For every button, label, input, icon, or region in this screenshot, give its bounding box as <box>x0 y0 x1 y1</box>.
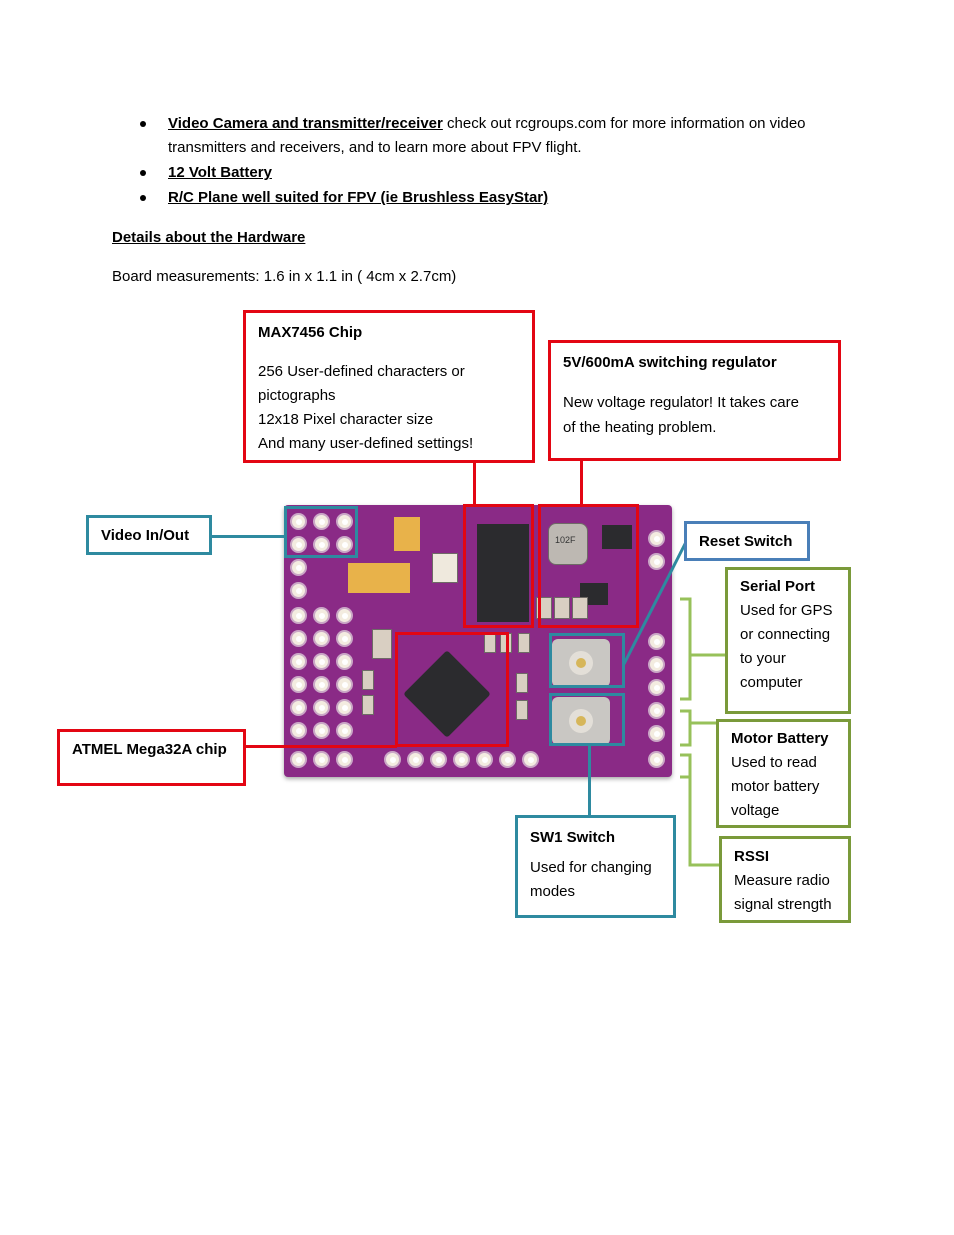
callout-text: Used for changing <box>530 859 652 876</box>
callout-serial-port: Serial Port Used for GPS or connecting t… <box>725 567 851 714</box>
callout-title: Reset Switch <box>699 533 793 550</box>
callout-rssi: RSSI Measure radio signal strength <box>719 836 851 923</box>
callout-title: Serial Port <box>740 578 816 595</box>
callout-text: to your <box>740 650 786 667</box>
tantalum-capacitor <box>394 517 420 551</box>
callout-title: 5V/600mA switching regulator <box>563 354 777 371</box>
highlight-sw1-switch <box>549 693 625 746</box>
list-item-text: check out rcgroups.com for more informat… <box>442 115 806 132</box>
callout-text: modes <box>530 883 576 900</box>
callout-text: 256 User-defined characters or <box>258 363 465 380</box>
callout-title: SW1 Switch <box>530 829 616 846</box>
callout-title: ATMEL Mega32A chip <box>72 741 227 758</box>
callout-text: 12x18 Pixel character size <box>258 411 434 428</box>
highlight-video-in-out <box>284 506 358 558</box>
callout-text: of the heating problem. <box>563 419 717 436</box>
list-item-title: Video Camera and transmitter/receiver <box>168 115 443 132</box>
callout-reset-switch: Reset Switch <box>684 521 810 561</box>
connector-regulator <box>580 460 583 504</box>
bullet-icon <box>140 195 146 201</box>
section-heading: Details about the Hardware <box>112 229 306 246</box>
highlight-reset-switch <box>549 633 625 688</box>
callout-video-in-out: Video In/Out <box>86 515 212 555</box>
connector-max7456 <box>473 461 476 504</box>
connector-sw1 <box>588 746 591 816</box>
callout-motor-battery: Motor Battery Used to read motor battery… <box>716 719 851 828</box>
callout-max7456: MAX7456 Chip 256 User-defined characters… <box>243 310 535 463</box>
list-item-plane: R/C Plane well suited for FPV (ie Brushl… <box>168 189 549 206</box>
callout-text: Used to read <box>731 754 817 771</box>
board-measurements: Board measurements: 1.6 in x 1.1 in ( 4c… <box>112 268 457 285</box>
callout-title: RSSI <box>734 848 770 865</box>
tantalum-capacitor <box>348 563 410 593</box>
bullet-icon <box>140 121 146 127</box>
callout-text: Measure radio <box>734 872 830 889</box>
highlight-atmel <box>395 632 509 747</box>
callout-text: motor battery <box>731 778 820 795</box>
callout-text: voltage <box>731 802 780 819</box>
callout-text: computer <box>740 674 803 691</box>
callout-text: New voltage regulator! It takes care <box>563 394 799 411</box>
callout-regulator: 5V/600mA switching regulator New voltage… <box>548 340 841 461</box>
connector-video <box>211 535 285 538</box>
highlight-max7456 <box>463 504 534 628</box>
bullet-icon <box>140 170 146 176</box>
callout-title: Motor Battery <box>731 730 829 747</box>
callout-sw1-switch: SW1 Switch Used for changing modes <box>515 815 676 918</box>
callout-text: And many user-defined settings! <box>258 435 474 452</box>
crystal <box>372 629 392 659</box>
callout-text: pictographs <box>258 387 336 404</box>
callout-text: signal strength <box>734 896 832 913</box>
list-item-text-continued: transmitters and receivers, and to learn… <box>168 139 582 156</box>
callout-text: Used for GPS <box>740 602 833 619</box>
callout-text: or connecting <box>740 626 831 643</box>
list-item-video-camera: Video Camera and transmitter/receiver ch… <box>168 112 858 136</box>
crystal <box>432 553 458 583</box>
callout-atmel: ATMEL Mega32A chip <box>57 729 246 786</box>
callout-title: Video In/Out <box>101 527 190 544</box>
callout-title: MAX7456 Chip <box>258 324 363 341</box>
connector-atmel <box>244 745 397 748</box>
list-item-battery: 12 Volt Battery <box>168 164 272 181</box>
